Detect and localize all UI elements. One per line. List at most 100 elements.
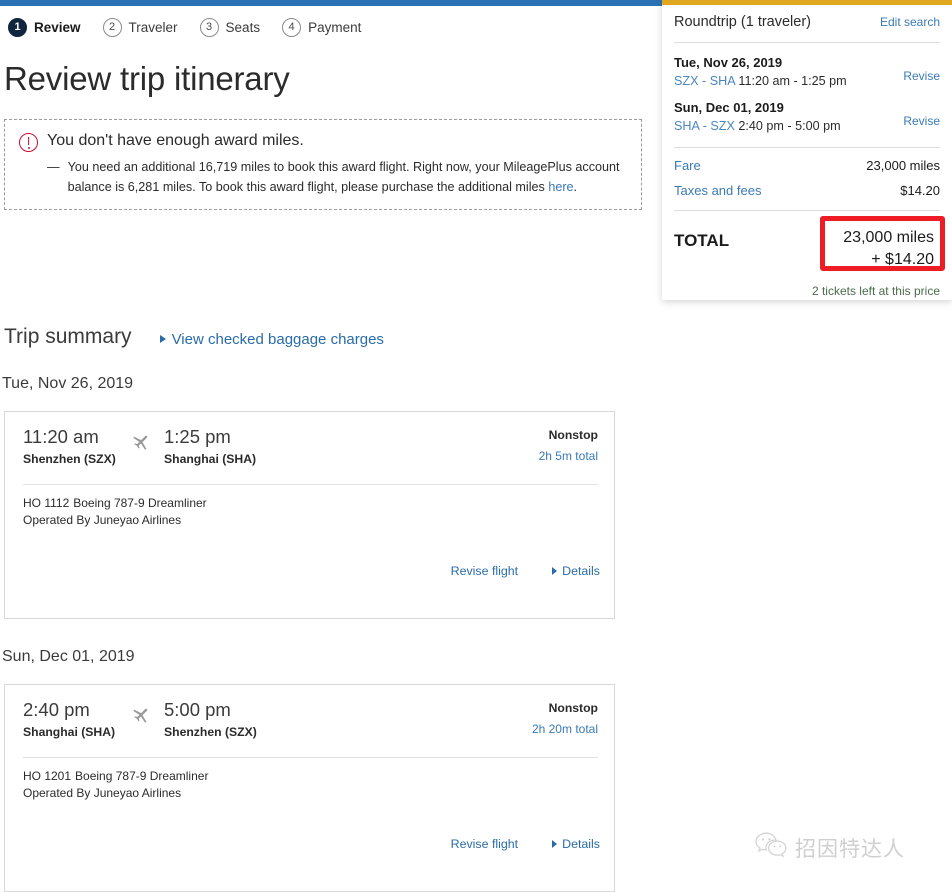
sidebar-revise-link-1[interactable]: Revise — [903, 55, 940, 83]
aircraft-type-1: Boeing 787-9 Dreamliner — [73, 496, 207, 510]
page-root: 1 Review 2 Traveler 3 Seats 4 Payment Re… — [0, 0, 952, 892]
step-label-traveler: Traveler — [128, 20, 178, 35]
sidebar-route-sep-1: - — [698, 74, 710, 88]
stops-label-2: Nonstop — [548, 701, 598, 715]
arrive-block-1: 1:25 pm Shanghai (SHA) — [164, 426, 269, 466]
step-seats[interactable]: 3 Seats — [199, 18, 261, 37]
flight-number-2: HO 1201 — [23, 769, 72, 783]
flight-card-outbound: 11:20 am Shenzhen (SZX) 1:25 pm Shanghai… — [4, 411, 615, 619]
depart-city-2: Shanghai (SHA) — [23, 725, 116, 740]
flight-meta-1: HO 1112 Boeing 787-9 Dreamliner Operated … — [5, 485, 614, 530]
flight-actions-2: Revise flight Details — [451, 837, 600, 851]
step-payment[interactable]: 4 Payment — [282, 18, 361, 37]
flight-number-row-1: HO 1112 Boeing 787-9 Dreamliner — [23, 495, 596, 512]
airplane-icon-1 — [128, 426, 158, 452]
operated-by-2: Operated By Juneyao Airlines — [23, 786, 182, 801]
sidebar-origin-1: SZX — [674, 74, 699, 88]
edit-search-link[interactable]: Edit search — [880, 15, 940, 29]
flight-stops-block-2: Nonstop 2h 20m total — [532, 701, 598, 736]
step-number-2: 2 — [102, 18, 122, 37]
taxes-label[interactable]: Taxes and fees — [674, 183, 761, 198]
step-number-4: 4 — [282, 18, 302, 37]
flight-stops-block-1: Nonstop 2h 5m total — [539, 428, 598, 463]
page-title: Review trip itinerary — [4, 60, 290, 97]
duration-label-2: 2h 20m total — [531, 722, 598, 736]
wechat-icon — [755, 832, 787, 863]
view-baggage-charges-link[interactable]: View checked baggage charges — [159, 331, 384, 348]
triangle-right-icon-1 — [552, 567, 558, 575]
warning-header: You don't have enough award miles. — [19, 132, 627, 152]
sidebar-date-2: Sun, Dec 01, 2019 — [674, 100, 784, 115]
depart-time-1: 11:20 am — [23, 426, 99, 447]
step-label-seats: Seats — [225, 20, 261, 35]
revise-flight-link-1[interactable]: Revise flight — [451, 564, 519, 578]
depart-block-2: 2:40 pm Shanghai (SHA) — [23, 699, 128, 739]
arrive-city-1: Shanghai (SHA) — [164, 452, 257, 467]
duration-label-1: 2h 5m total — [538, 449, 598, 463]
airplane-icon-2 — [128, 699, 158, 725]
trip-summary-title: Trip summary — [4, 325, 132, 348]
flight-card-top-1: 11:20 am Shenzhen (SZX) 1:25 pm Shanghai… — [5, 412, 614, 476]
insufficient-miles-warning: You don't have enough award miles. — You… — [4, 119, 642, 211]
price-line-fare: Fare 23,000 miles — [674, 158, 940, 173]
depart-time-2: 2:40 pm — [23, 699, 90, 720]
warning-title: You don't have enough award miles. — [47, 132, 304, 149]
total-row: TOTAL 23,000 miles + $14.20 — [674, 223, 940, 274]
total-values: 23,000 miles + $14.20 — [833, 223, 940, 274]
watermark-text: 招因特达人 — [795, 836, 905, 861]
flight-card-top-2: 2:40 pm Shanghai (SHA) 5:00 pm Shenzhen … — [5, 685, 614, 749]
flight-number-1: HO 1112 — [23, 496, 70, 510]
arrive-time-1: 1:25 pm — [164, 426, 231, 447]
triangle-right-icon-2 — [552, 840, 558, 848]
warning-text-before: You need an additional 16,719 miles to b… — [67, 160, 620, 194]
step-label-payment: Payment — [308, 20, 362, 35]
sidebar-route-1: SZX - SHA 11:20 am - 1:25 pm — [674, 74, 847, 88]
total-cash: + $14.20 — [871, 250, 934, 268]
sidebar-destination-2: SZX — [710, 119, 735, 133]
depart-city-1: Shenzhen (SZX) — [23, 452, 116, 467]
revise-flight-link-2[interactable]: Revise flight — [451, 837, 519, 851]
fare-label[interactable]: Fare — [674, 158, 701, 173]
purchase-miles-link[interactable]: here — [548, 180, 573, 194]
fare-value: 23,000 miles — [866, 158, 940, 173]
flight-number-row-2: HO 1201 Boeing 787-9 Dreamliner — [23, 768, 596, 785]
sidebar-times-2: 2:40 pm - 5:00 pm — [734, 119, 841, 133]
flight-details-link-1[interactable]: Details — [552, 564, 600, 578]
sidebar-destination-1: SHA — [709, 74, 735, 88]
step-review[interactable]: 1 Review — [8, 18, 81, 37]
sidebar-itinerary-info-2: Sun, Dec 01, 2019 SHA - SZX 2:40 pm - 5:… — [674, 100, 841, 133]
flight-details-label-2: Details — [562, 837, 600, 851]
trip-price-sidebar: Roundtrip (1 traveler) Edit search Tue, … — [662, 0, 952, 300]
flight-details-link-2[interactable]: Details — [552, 837, 600, 851]
arrive-block-2: 5:00 pm Shenzhen (SZX) — [164, 699, 269, 739]
sidebar-title: Roundtrip (1 traveler) — [674, 14, 811, 30]
arrive-time-2: 5:00 pm — [164, 699, 231, 720]
checkout-step-indicator: 1 Review 2 Traveler 3 Seats 4 Payment — [8, 18, 383, 37]
depart-block-1: 11:20 am Shenzhen (SZX) — [23, 426, 128, 466]
sidebar-date-1: Tue, Nov 26, 2019 — [674, 55, 783, 70]
operated-by-1: Operated By Juneyao Airlines — [23, 513, 182, 528]
step-label-review: Review — [34, 20, 81, 35]
price-line-taxes: Taxes and fees $14.20 — [674, 183, 940, 198]
segment-date-heading-2: Sun, Dec 01, 2019 — [2, 648, 135, 665]
flight-card-return: 2:40 pm Shanghai (SHA) 5:00 pm Shenzhen … — [4, 684, 615, 892]
total-miles: 23,000 miles — [843, 229, 934, 246]
sidebar-revise-link-2[interactable]: Revise — [903, 100, 940, 128]
sidebar-gold-bar — [662, 0, 952, 5]
trip-summary-header: Trip summary View checked baggage charge… — [4, 325, 384, 349]
step-traveler[interactable]: 2 Traveler — [102, 18, 178, 37]
triangle-right-icon — [159, 335, 166, 343]
watermark: 招因特达人 — [755, 832, 905, 863]
sidebar-route-2: SHA - SZX 2:40 pm - 5:00 pm — [674, 119, 841, 133]
segment-date-heading-1: Tue, Nov 26, 2019 — [2, 375, 134, 392]
flight-meta-2: HO 1201 Boeing 787-9 Dreamliner Operated … — [5, 758, 614, 803]
stops-label-1: Nonstop — [548, 428, 598, 442]
sidebar-divider-2 — [674, 147, 940, 148]
sidebar-itinerary-info-1: Tue, Nov 26, 2019 SZX - SHA 11:20 am - 1… — [674, 55, 847, 88]
aircraft-type-2: Boeing 787-9 Dreamliner — [75, 769, 209, 783]
alert-circle-icon — [19, 133, 38, 152]
flight-actions-1: Revise flight Details — [451, 564, 600, 578]
flight-details-label-1: Details — [562, 564, 600, 578]
taxes-value: $14.20 — [900, 183, 940, 198]
step-number-1: 1 — [8, 18, 27, 37]
